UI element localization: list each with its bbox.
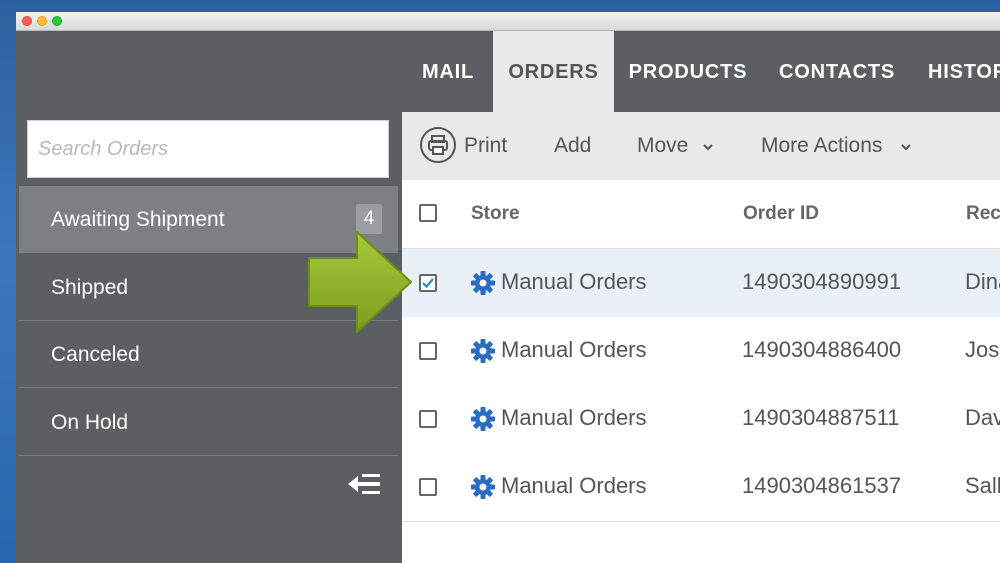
table-row[interactable]: Manual Orders 1490304861537 Sally [402,453,1000,522]
store-cell: Manual Orders [501,473,647,498]
sidebar-item-on-hold[interactable]: On Hold [19,389,398,456]
order-id-cell: 1490304861537 [742,473,902,498]
green-pointer-arrow-icon [308,231,412,333]
gear-icon [471,339,495,363]
tab-orders[interactable]: ORDERS [493,31,614,112]
store-cell: Manual Orders [501,405,647,430]
zoom-window-button[interactable] [52,16,62,26]
checkmark-icon [422,278,434,289]
row-checkbox[interactable] [419,274,437,292]
gear-icon [471,407,495,431]
collapse-sidebar-icon[interactable] [348,472,382,496]
search-box [27,120,389,178]
order-id-cell: 1490304886400 [742,337,902,362]
app-window: MAIL ORDERS PRODUCTS CONTACTS HISTORY Aw… [16,12,1000,563]
sidebar: Awaiting Shipment 4 Shipped Canceled On … [16,112,402,563]
row-checkbox[interactable] [419,478,437,496]
move-label: Move [637,134,689,157]
minimize-window-button[interactable] [37,16,47,26]
row-checkbox[interactable] [419,342,437,360]
row-checkbox[interactable] [419,410,437,428]
print-label: Print [464,134,508,157]
order-id-cell: 1490304890991 [742,269,902,294]
recipient-cell: Jose [965,337,1000,362]
order-id-cell: 1490304887511 [742,405,900,430]
sidebar-item-label: Awaiting Shipment [51,208,225,231]
orders-content: Print Add Move More Actions Store Order … [402,112,1000,563]
top-navigation: MAIL ORDERS PRODUCTS CONTACTS HISTORY [16,31,1000,112]
tab-contacts[interactable]: CONTACTS [772,31,902,112]
sidebar-item-label: Canceled [51,343,140,366]
gear-icon [471,271,495,295]
search-orders-input[interactable] [28,121,388,177]
column-header-order-id[interactable]: Order ID [743,203,819,225]
more-actions-label: More Actions [761,134,883,157]
add-button[interactable]: Add [554,134,591,158]
printer-icon [420,127,456,163]
table-row[interactable]: Manual Orders 1490304890991 Dina [402,249,1000,318]
tab-mail[interactable]: MAIL [412,31,484,112]
close-window-button[interactable] [22,16,32,26]
tab-history[interactable]: HISTORY [916,31,1000,112]
recipient-cell: Dave [965,405,1000,430]
title-bar [16,12,1000,31]
chevron-down-icon [901,144,911,151]
chevron-down-icon [703,144,713,151]
table-header: Store Order ID Recipient [402,180,1000,249]
tab-products[interactable]: PRODUCTS [622,31,754,112]
column-header-store[interactable]: Store [471,203,520,225]
toolbar: Print Add Move More Actions [402,112,1000,180]
table-row[interactable]: Manual Orders 1490304887511 Dave [402,385,1000,454]
recipient-cell: Dina [965,269,1000,294]
store-cell: Manual Orders [501,269,647,294]
store-cell: Manual Orders [501,337,647,362]
recipient-cell: Sally [965,473,1000,498]
gear-icon [471,475,495,499]
column-header-recipient[interactable]: Recipient [966,203,1000,225]
select-all-checkbox[interactable] [419,204,437,222]
sidebar-item-label: On Hold [51,411,129,434]
table-row[interactable]: Manual Orders 1490304886400 Jose [402,317,1000,386]
sidebar-item-label: Shipped [51,276,129,299]
